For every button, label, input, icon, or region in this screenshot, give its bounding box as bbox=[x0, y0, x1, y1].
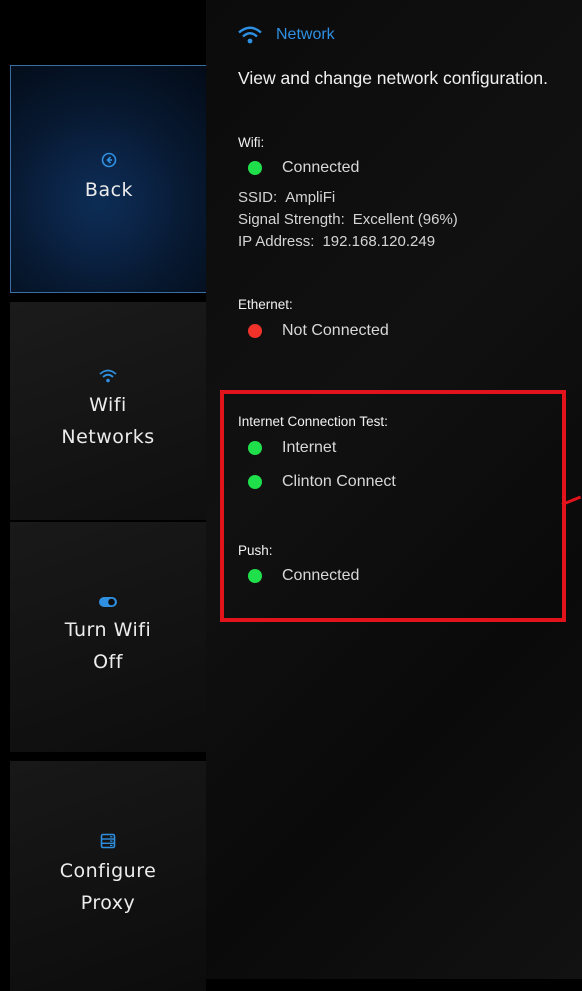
configure-proxy-button[interactable]: Configure Proxy bbox=[10, 761, 206, 991]
wifi-section-label: Wifi: bbox=[238, 135, 265, 150]
signal-key: Signal Strength: bbox=[238, 211, 345, 228]
internet-test-item: Clinton Connect bbox=[248, 473, 396, 491]
status-dot-green bbox=[248, 441, 262, 455]
toggle-icon bbox=[98, 596, 118, 608]
wifi-icon bbox=[99, 369, 117, 383]
page-title: Network bbox=[238, 26, 335, 44]
ssid-key: SSID: bbox=[238, 189, 278, 206]
wifi-networks-button[interactable]: Wifi Networks bbox=[10, 302, 206, 520]
ethernet-status-text: Not Connected bbox=[282, 322, 389, 339]
server-icon bbox=[100, 833, 116, 849]
page-title-text: Network bbox=[276, 26, 335, 43]
back-button[interactable]: Back bbox=[10, 65, 208, 293]
signal-value: Excellent (96%) bbox=[352, 211, 458, 228]
back-label: Back bbox=[84, 179, 134, 201]
push-status-text: Connected bbox=[282, 567, 360, 584]
status-dot-red bbox=[248, 324, 262, 338]
wifi-signal: Signal Strength: Excellent (96%) bbox=[238, 211, 458, 228]
ip-key: IP Address: bbox=[238, 233, 315, 250]
wifi-status: Connected bbox=[248, 159, 359, 177]
internet-test-item: Internet bbox=[248, 439, 336, 457]
configure-proxy-label: Configure Proxy bbox=[59, 860, 157, 914]
turn-wifi-off-label: Turn Wifi Off bbox=[64, 619, 152, 673]
internet-test-item-label: Clinton Connect bbox=[282, 473, 396, 490]
internet-test-item-label: Internet bbox=[282, 439, 337, 456]
status-dot-green bbox=[248, 569, 262, 583]
page-subtitle: View and change network configuration. bbox=[238, 68, 549, 88]
ethernet-status: Not Connected bbox=[248, 322, 389, 340]
status-dot-green bbox=[248, 161, 262, 175]
network-panel: Network View and change network configur… bbox=[206, 0, 582, 979]
wifi-icon bbox=[238, 26, 262, 44]
internet-test-label: Internet Connection Test: bbox=[238, 414, 388, 429]
ip-value: 192.168.120.249 bbox=[322, 233, 436, 250]
status-dot-green bbox=[248, 475, 262, 489]
back-circle-icon bbox=[101, 152, 117, 168]
turn-wifi-off-button[interactable]: Turn Wifi Off bbox=[10, 522, 206, 752]
wifi-status-text: Connected bbox=[282, 159, 360, 176]
push-status: Connected bbox=[248, 567, 359, 585]
ethernet-section-label: Ethernet: bbox=[238, 297, 293, 312]
wifi-ip: IP Address: 192.168.120.249 bbox=[238, 233, 435, 250]
wifi-networks-label: Wifi Networks bbox=[61, 394, 155, 448]
push-section-label: Push: bbox=[238, 543, 273, 558]
wifi-ssid: SSID: AmpliFi bbox=[238, 189, 335, 206]
sidebar: Back Wifi Networks Turn Wifi Off Configu… bbox=[10, 12, 208, 991]
ssid-value: AmpliFi bbox=[285, 189, 336, 206]
